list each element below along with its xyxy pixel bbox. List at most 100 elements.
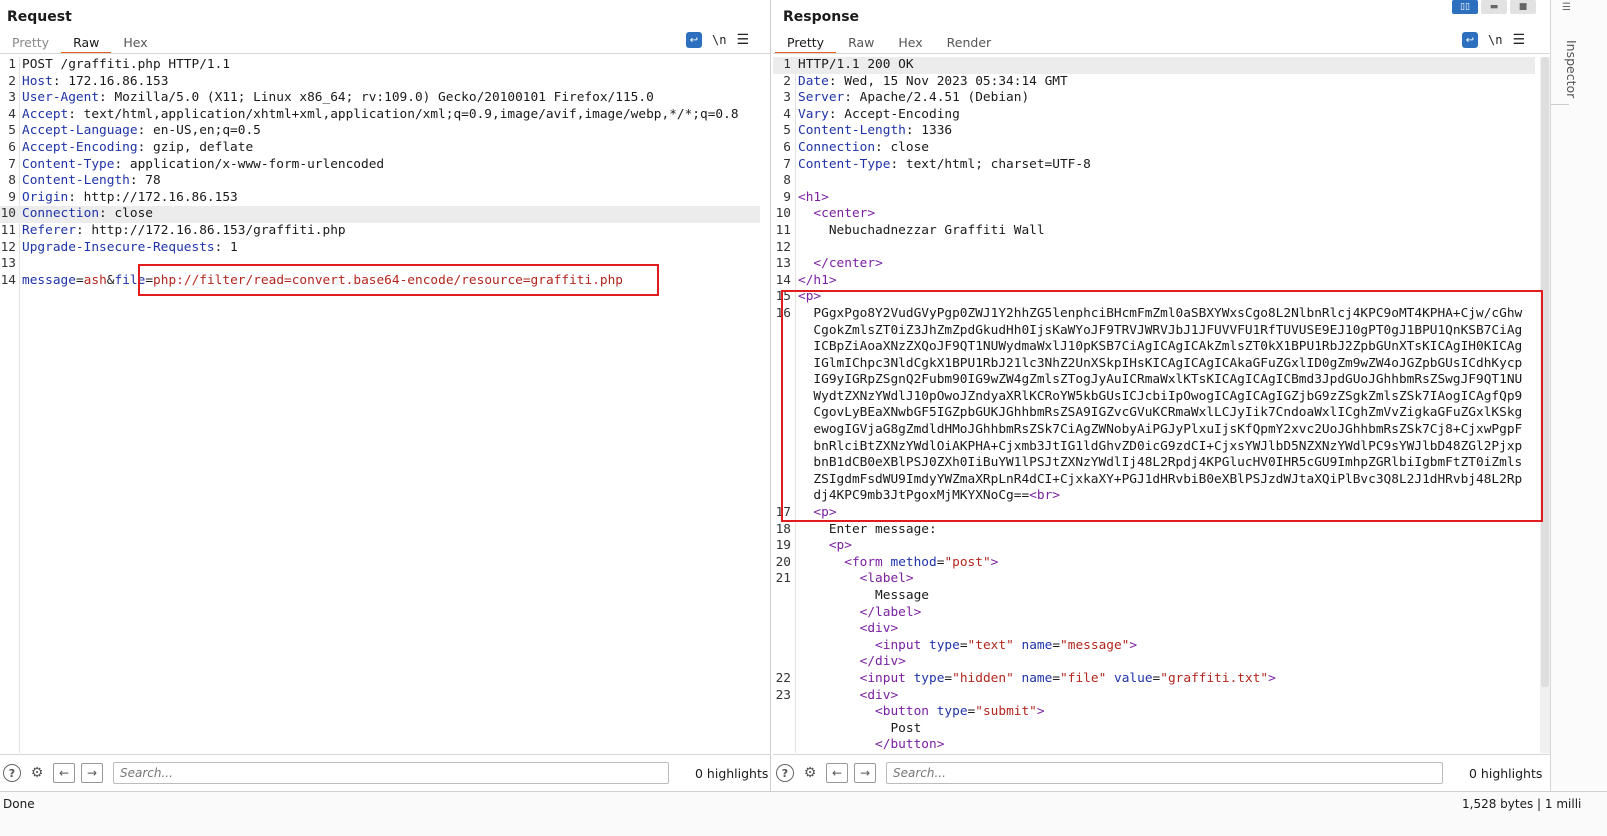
line-number: 13 <box>0 256 16 272</box>
code-line: 12 Upgrade-Insecure-Requests: 1 <box>0 240 760 257</box>
word-wrap-icon[interactable]: ↩ <box>686 32 702 48</box>
attr-name-token: type <box>936 704 968 720</box>
line-content: <p> <box>798 538 852 555</box>
attr-value-token: "hidden" <box>952 670 1014 686</box>
sidebar-top-icon[interactable]: ☰ <box>1561 2 1572 13</box>
header-name: Content-Length <box>798 123 906 139</box>
code-line: 10 Connection: close <box>0 206 760 223</box>
header-value: http://172.16.86.153/graffiti.php <box>83 222 346 238</box>
code-token: IGlmIChpc3NldCgkX1BPU1RbJ21lc3NhZ2UnXSkp… <box>813 355 1523 371</box>
tag-token: > <box>821 189 829 205</box>
line-number: 9 <box>783 189 791 205</box>
help-icon[interactable]: ? <box>3 764 21 782</box>
code-line: CgovLyBEaXNwbGF5IGZpbGUKJGhhbmRsZSA9IGZv… <box>773 405 1535 422</box>
header-value: text/html,application/xhtml+xml,applicat… <box>75 106 739 122</box>
line-content: Vary: Accept-Encoding <box>798 107 960 124</box>
response-tab-render[interactable]: Render <box>935 34 1004 54</box>
attr-name-token: method <box>890 554 937 570</box>
tag-token: <div <box>859 621 891 637</box>
line-content: ICBpZiAoaXNzZXQoJF9QT1NUWydmaWxlJ10pKSB7… <box>798 339 1522 356</box>
response-editor[interactable]: 1 HTTP/1.1 200 OK 2 Date: Wed, 15 Nov 2023 … <box>773 57 1535 753</box>
line-number: 11 <box>0 222 16 238</box>
param-value: php://filter/read=convert.base64-encode/… <box>153 272 624 288</box>
request-tab-raw[interactable]: Raw <box>61 34 112 54</box>
code-line: 22 <input type="hidden" name="file" valu… <box>773 671 1535 688</box>
response-scroll-thumb[interactable] <box>1541 57 1549 687</box>
header-value: gzip, deflate <box>145 139 254 155</box>
line-content: Message <box>798 588 929 605</box>
header-value: en-US,en;q=0.5 <box>145 123 261 139</box>
line-content: CgovLyBEaXNwbGF5IGZpbGUKJGhhbmRsZSA9IGZv… <box>798 405 1522 422</box>
menu-icon[interactable]: ☰ <box>1512 32 1525 48</box>
request-tab-pretty[interactable]: Pretty <box>0 34 61 54</box>
tag-token: > <box>828 505 837 521</box>
line-number: 5 <box>8 123 16 139</box>
code-token: = <box>1052 637 1061 653</box>
header-value: close <box>106 206 153 222</box>
settings-gear-icon[interactable]: ⚙ <box>800 763 820 783</box>
layout-stacked-icon[interactable]: ▬ <box>1481 0 1507 14</box>
code-line: bnB1dCB0eXBlPSJ0ZXh0IiBuYW1lPSJtZXNzYWdl… <box>773 455 1535 472</box>
newline-toggle-icon[interactable]: \n <box>712 33 726 47</box>
code-line: WydtZXNzYWdlJ10pOwoJZndyaXRlKCRoYW5kbGUs… <box>773 389 1535 406</box>
code-token: Post <box>890 720 922 736</box>
forward-arrow-icon[interactable]: → <box>854 763 876 783</box>
tag-token: > <box>913 604 922 620</box>
line-content: Server: Apache/2.4.51 (Debian) <box>798 90 1029 107</box>
header-value: Apache/2.4.51 (Debian) <box>851 90 1030 106</box>
inspector-tab[interactable]: Inspector <box>1564 40 1579 98</box>
header-value: Mozilla/5.0 (X11; Linux x86_64; rv:109.0… <box>106 90 654 106</box>
tag-token: </center <box>813 256 876 272</box>
header-name: Date <box>798 73 829 89</box>
line-number: 3 <box>783 90 791 106</box>
layout-side-by-side-icon[interactable]: ▯▯ <box>1452 0 1478 14</box>
line-number: 13 <box>775 256 791 272</box>
header-name: User-Agent <box>22 90 100 106</box>
forward-arrow-icon[interactable]: → <box>81 763 103 783</box>
settings-gear-icon[interactable]: ⚙ <box>27 763 47 783</box>
header-name: Accept-Language <box>22 123 138 139</box>
code-token: ICBpZiAoaXNzZXQoJF9QT1NUWydmaWxlJ10pKSB7… <box>813 339 1523 355</box>
header-name: Content-Type <box>22 156 115 172</box>
param-value: ash <box>83 272 107 288</box>
response-tab-pretty[interactable]: Pretty <box>775 34 837 54</box>
response-tab-raw[interactable]: Raw <box>836 34 886 54</box>
header-name: Content-Type <box>798 156 891 172</box>
line-number: 18 <box>775 521 791 537</box>
request-tab-hex[interactable]: Hex <box>111 34 159 54</box>
request-editor[interactable]: 1 POST /graffiti.php HTTP/1.1 2 Host: 172.1… <box>0 57 760 753</box>
back-arrow-icon[interactable]: ← <box>826 763 848 783</box>
attr-value-token: "message" <box>1060 637 1130 653</box>
response-scrollbar[interactable] <box>1540 57 1550 753</box>
request-search-input[interactable]: Search... <box>113 762 669 784</box>
code-token: : <box>68 189 76 205</box>
tag-token: <p <box>828 538 845 554</box>
response-tab-hex[interactable]: Hex <box>886 34 934 54</box>
code-token: : <box>844 90 852 106</box>
back-arrow-icon[interactable]: ← <box>53 763 75 783</box>
code-token: IG9yIGRpZSgnQ2Fubm90IG9wZW4gZmlsZTogJyAu… <box>813 372 1523 388</box>
line-content: bnB1dCB0eXBlPSJ0ZXh0IiBuYW1lPSJtZXNzYWdl… <box>798 455 1522 472</box>
layout-tabs-icon[interactable]: ■ <box>1510 0 1536 14</box>
code-line: </div> <box>773 654 1535 671</box>
help-icon[interactable]: ? <box>776 764 794 782</box>
pane-divider[interactable] <box>770 0 771 791</box>
newline-toggle-icon[interactable]: \n <box>1488 33 1502 47</box>
menu-icon[interactable]: ☰ <box>736 32 749 48</box>
word-wrap-icon[interactable]: ↩ <box>1462 32 1478 48</box>
line-number: 1 <box>8 57 16 72</box>
attr-name-token: value <box>1114 670 1153 686</box>
response-search-input[interactable]: Search... <box>886 762 1443 784</box>
code-token: bnB1dCB0eXBlPSJ0ZXh0IiBuYW1lPSJtZXNzYWdl… <box>813 455 1523 471</box>
code-line: 13 <box>0 256 760 273</box>
code-line: </label> <box>773 605 1535 622</box>
line-content: HTTP/1.1 200 OK <box>798 57 914 74</box>
